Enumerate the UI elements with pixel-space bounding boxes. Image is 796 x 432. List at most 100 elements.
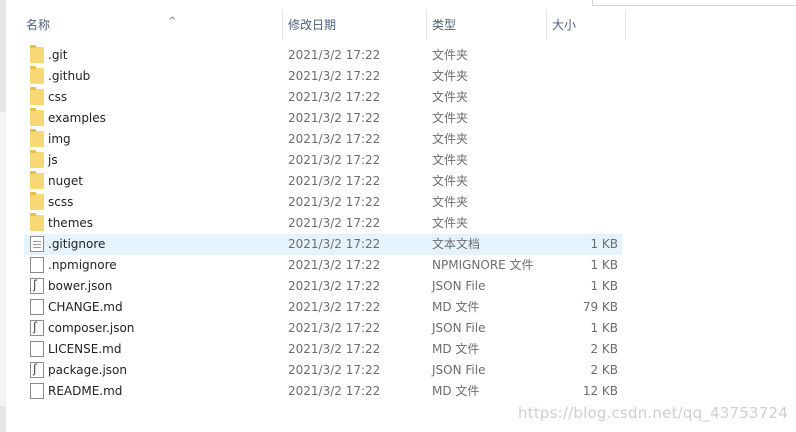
file-modified-date: 2021/3/2 17:22 xyxy=(288,195,381,209)
folder-icon xyxy=(30,213,44,231)
search-box-edge[interactable] xyxy=(592,0,796,6)
file-size: 79 KB xyxy=(582,300,618,314)
file-row[interactable]: .github 2021/3/2 17:22 文件夹 xyxy=(24,66,622,87)
file-type: 文件夹 xyxy=(432,174,469,188)
column-divider[interactable] xyxy=(625,10,626,40)
file-name: themes xyxy=(48,216,94,230)
sort-ascending-icon: ^ xyxy=(168,16,177,27)
left-scrollbar[interactable] xyxy=(0,0,6,432)
file-type: JSON File xyxy=(432,321,486,335)
folder-icon xyxy=(30,108,44,126)
json-file-icon xyxy=(30,362,44,378)
folder-icon xyxy=(30,66,44,84)
file-row[interactable]: package.json 2021/3/2 17:22 JSON File 2 KB xyxy=(24,360,622,381)
text-file-icon xyxy=(30,236,44,252)
file-name: css xyxy=(48,90,68,104)
file-type: 文件夹 xyxy=(432,153,469,167)
file-row[interactable]: scss 2021/3/2 17:22 文件夹 xyxy=(24,192,622,213)
file-row[interactable]: .gitignore 2021/3/2 17:22 文本文档 1 KB xyxy=(24,234,622,255)
folder-icon xyxy=(30,45,44,63)
file-name: package.json xyxy=(48,363,128,377)
column-type-label: 类型 xyxy=(432,18,457,32)
file-row[interactable]: themes 2021/3/2 17:22 文件夹 xyxy=(24,213,622,234)
file-type: MD 文件 xyxy=(432,300,480,314)
watermark: https://blog.csdn.net/qq_43753724 xyxy=(518,404,788,422)
column-header-name[interactable]: 名称 ^ xyxy=(20,10,282,40)
folder-icon xyxy=(30,87,44,105)
column-size-label: 大小 xyxy=(552,18,577,32)
file-row[interactable]: css 2021/3/2 17:22 文件夹 xyxy=(24,87,622,108)
column-header-type[interactable]: 类型 xyxy=(426,10,546,40)
scrollbar-track-bottom xyxy=(0,406,6,432)
file-size: 1 KB xyxy=(590,258,618,272)
file-modified-date: 2021/3/2 17:22 xyxy=(288,90,381,104)
folder-icon xyxy=(30,150,44,168)
file-row[interactable]: js 2021/3/2 17:22 文件夹 xyxy=(24,150,622,171)
file-row[interactable]: CHANGE.md 2021/3/2 17:22 MD 文件 79 KB xyxy=(24,297,622,318)
folder-icon xyxy=(30,129,44,147)
file-modified-date: 2021/3/2 17:22 xyxy=(288,279,381,293)
file-row[interactable]: LICENSE.md 2021/3/2 17:22 MD 文件 2 KB xyxy=(24,339,622,360)
file-row[interactable]: bower.json 2021/3/2 17:22 JSON File 1 KB xyxy=(24,276,622,297)
file-modified-date: 2021/3/2 17:22 xyxy=(288,48,381,62)
file-row[interactable]: nuget 2021/3/2 17:22 文件夹 xyxy=(24,171,622,192)
file-modified-date: 2021/3/2 17:22 xyxy=(288,69,381,83)
file-name: .git xyxy=(48,48,68,62)
file-name: img xyxy=(48,132,71,146)
file-row[interactable]: README.md 2021/3/2 17:22 MD 文件 12 KB xyxy=(24,381,622,402)
file-type: NPMIGNORE 文件 xyxy=(432,258,534,272)
blank-file-icon xyxy=(30,383,44,399)
file-row[interactable]: .npmignore 2021/3/2 17:22 NPMIGNORE 文件 1 KB xyxy=(24,255,622,276)
file-size: 1 KB xyxy=(590,321,618,335)
file-name: js xyxy=(48,153,58,167)
file-type: 文件夹 xyxy=(432,195,469,209)
file-row[interactable]: composer.json 2021/3/2 17:22 JSON File 1 KB xyxy=(24,318,622,339)
file-row[interactable]: .git 2021/3/2 17:22 文件夹 xyxy=(24,45,622,66)
file-name: examples xyxy=(48,111,106,125)
column-header: 名称 ^ 修改日期 类型 大小 xyxy=(0,10,626,40)
column-date-label: 修改日期 xyxy=(288,18,337,32)
file-row[interactable]: examples 2021/3/2 17:22 文件夹 xyxy=(24,108,622,129)
folder-icon xyxy=(30,171,44,189)
file-modified-date: 2021/3/2 17:22 xyxy=(288,132,381,146)
file-modified-date: 2021/3/2 17:22 xyxy=(288,111,381,125)
file-type: 文件夹 xyxy=(432,216,469,230)
file-modified-date: 2021/3/2 17:22 xyxy=(288,363,381,377)
file-name: LICENSE.md xyxy=(48,342,122,356)
folder-icon xyxy=(30,192,44,210)
top-frame xyxy=(560,0,796,6)
file-size: 12 KB xyxy=(582,384,618,398)
column-header-date[interactable]: 修改日期 xyxy=(282,10,426,40)
blank-file-icon xyxy=(30,257,44,273)
blank-file-icon xyxy=(30,341,44,357)
file-row[interactable]: img 2021/3/2 17:22 文件夹 xyxy=(24,129,622,150)
file-name: .npmignore xyxy=(48,258,117,272)
file-size: 1 KB xyxy=(590,279,618,293)
json-file-icon xyxy=(30,320,44,336)
column-header-size[interactable]: 大小 xyxy=(546,10,626,40)
file-name: .gitignore xyxy=(48,237,106,251)
file-name: README.md xyxy=(48,384,123,398)
file-type: 文件夹 xyxy=(432,69,469,83)
file-modified-date: 2021/3/2 17:22 xyxy=(288,174,381,188)
file-name: scss xyxy=(48,195,74,209)
file-size: 2 KB xyxy=(590,363,618,377)
file-modified-date: 2021/3/2 17:22 xyxy=(288,216,381,230)
file-name: nuget xyxy=(48,174,83,188)
file-name: CHANGE.md xyxy=(48,300,123,314)
blank-file-icon xyxy=(30,299,44,315)
file-modified-date: 2021/3/2 17:22 xyxy=(288,384,381,398)
file-type: JSON File xyxy=(432,279,486,293)
file-type: 文本文档 xyxy=(432,237,481,251)
file-modified-date: 2021/3/2 17:22 xyxy=(288,300,381,314)
file-type: 文件夹 xyxy=(432,132,469,146)
file-modified-date: 2021/3/2 17:22 xyxy=(288,153,381,167)
column-name-label: 名称 xyxy=(26,18,51,32)
file-name: bower.json xyxy=(48,279,113,293)
file-modified-date: 2021/3/2 17:22 xyxy=(288,342,381,356)
file-type: MD 文件 xyxy=(432,384,480,398)
file-type: 文件夹 xyxy=(432,90,469,104)
file-modified-date: 2021/3/2 17:22 xyxy=(288,321,381,335)
json-file-icon xyxy=(30,278,44,294)
file-size: 2 KB xyxy=(590,342,618,356)
